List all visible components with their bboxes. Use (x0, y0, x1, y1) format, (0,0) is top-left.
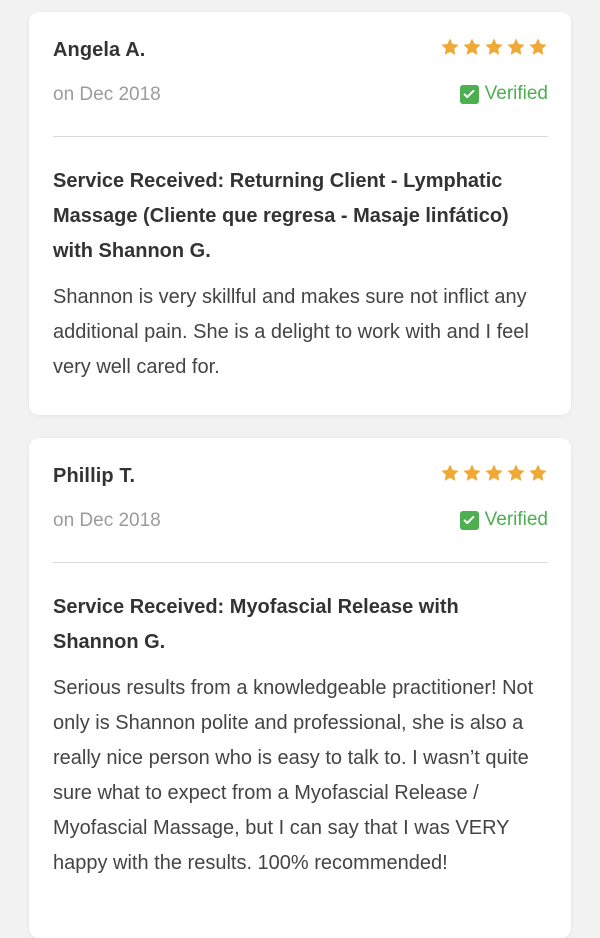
review-card: Angela A. on Dec 2018 Verified Service R… (29, 12, 571, 415)
star-icon (529, 38, 547, 55)
review-header: Phillip T. on Dec 2018 Verified (53, 438, 548, 563)
star-icon (463, 464, 481, 481)
verified-label: Verified (484, 83, 548, 104)
star-rating (440, 463, 548, 483)
review-header: Angela A. on Dec 2018 Verified (53, 12, 548, 137)
star-icon (441, 464, 459, 481)
service-received: Service Received: Returning Client - Lym… (53, 170, 509, 262)
star-rating (440, 37, 548, 57)
star-icon (529, 464, 547, 481)
verified-label: Verified (484, 509, 548, 530)
reviewer-name: Angela A. (53, 39, 146, 61)
review-text: Serious results from a knowledgeable pra… (53, 677, 534, 874)
checkbox-check-icon (459, 84, 479, 104)
review-feed: Angela A. on Dec 2018 Verified Service R… (0, 0, 600, 938)
verified-badge: Verified (459, 509, 548, 531)
checkbox-check-icon (459, 510, 479, 530)
star-icon (507, 464, 525, 481)
review-date: on Dec 2018 (53, 510, 161, 531)
star-icon (485, 38, 503, 55)
review-text: Shannon is very skillful and makes sure … (53, 286, 529, 378)
review-card: Phillip T. on Dec 2018 Verified Service … (29, 438, 571, 938)
star-icon (507, 38, 525, 55)
star-icon (441, 38, 459, 55)
service-received: Service Received: Myofascial Release wit… (53, 596, 459, 653)
star-icon (463, 38, 481, 55)
verified-badge: Verified (459, 83, 548, 105)
star-icon (485, 464, 503, 481)
review-date: on Dec 2018 (53, 84, 161, 105)
reviewer-name: Phillip T. (53, 465, 136, 487)
